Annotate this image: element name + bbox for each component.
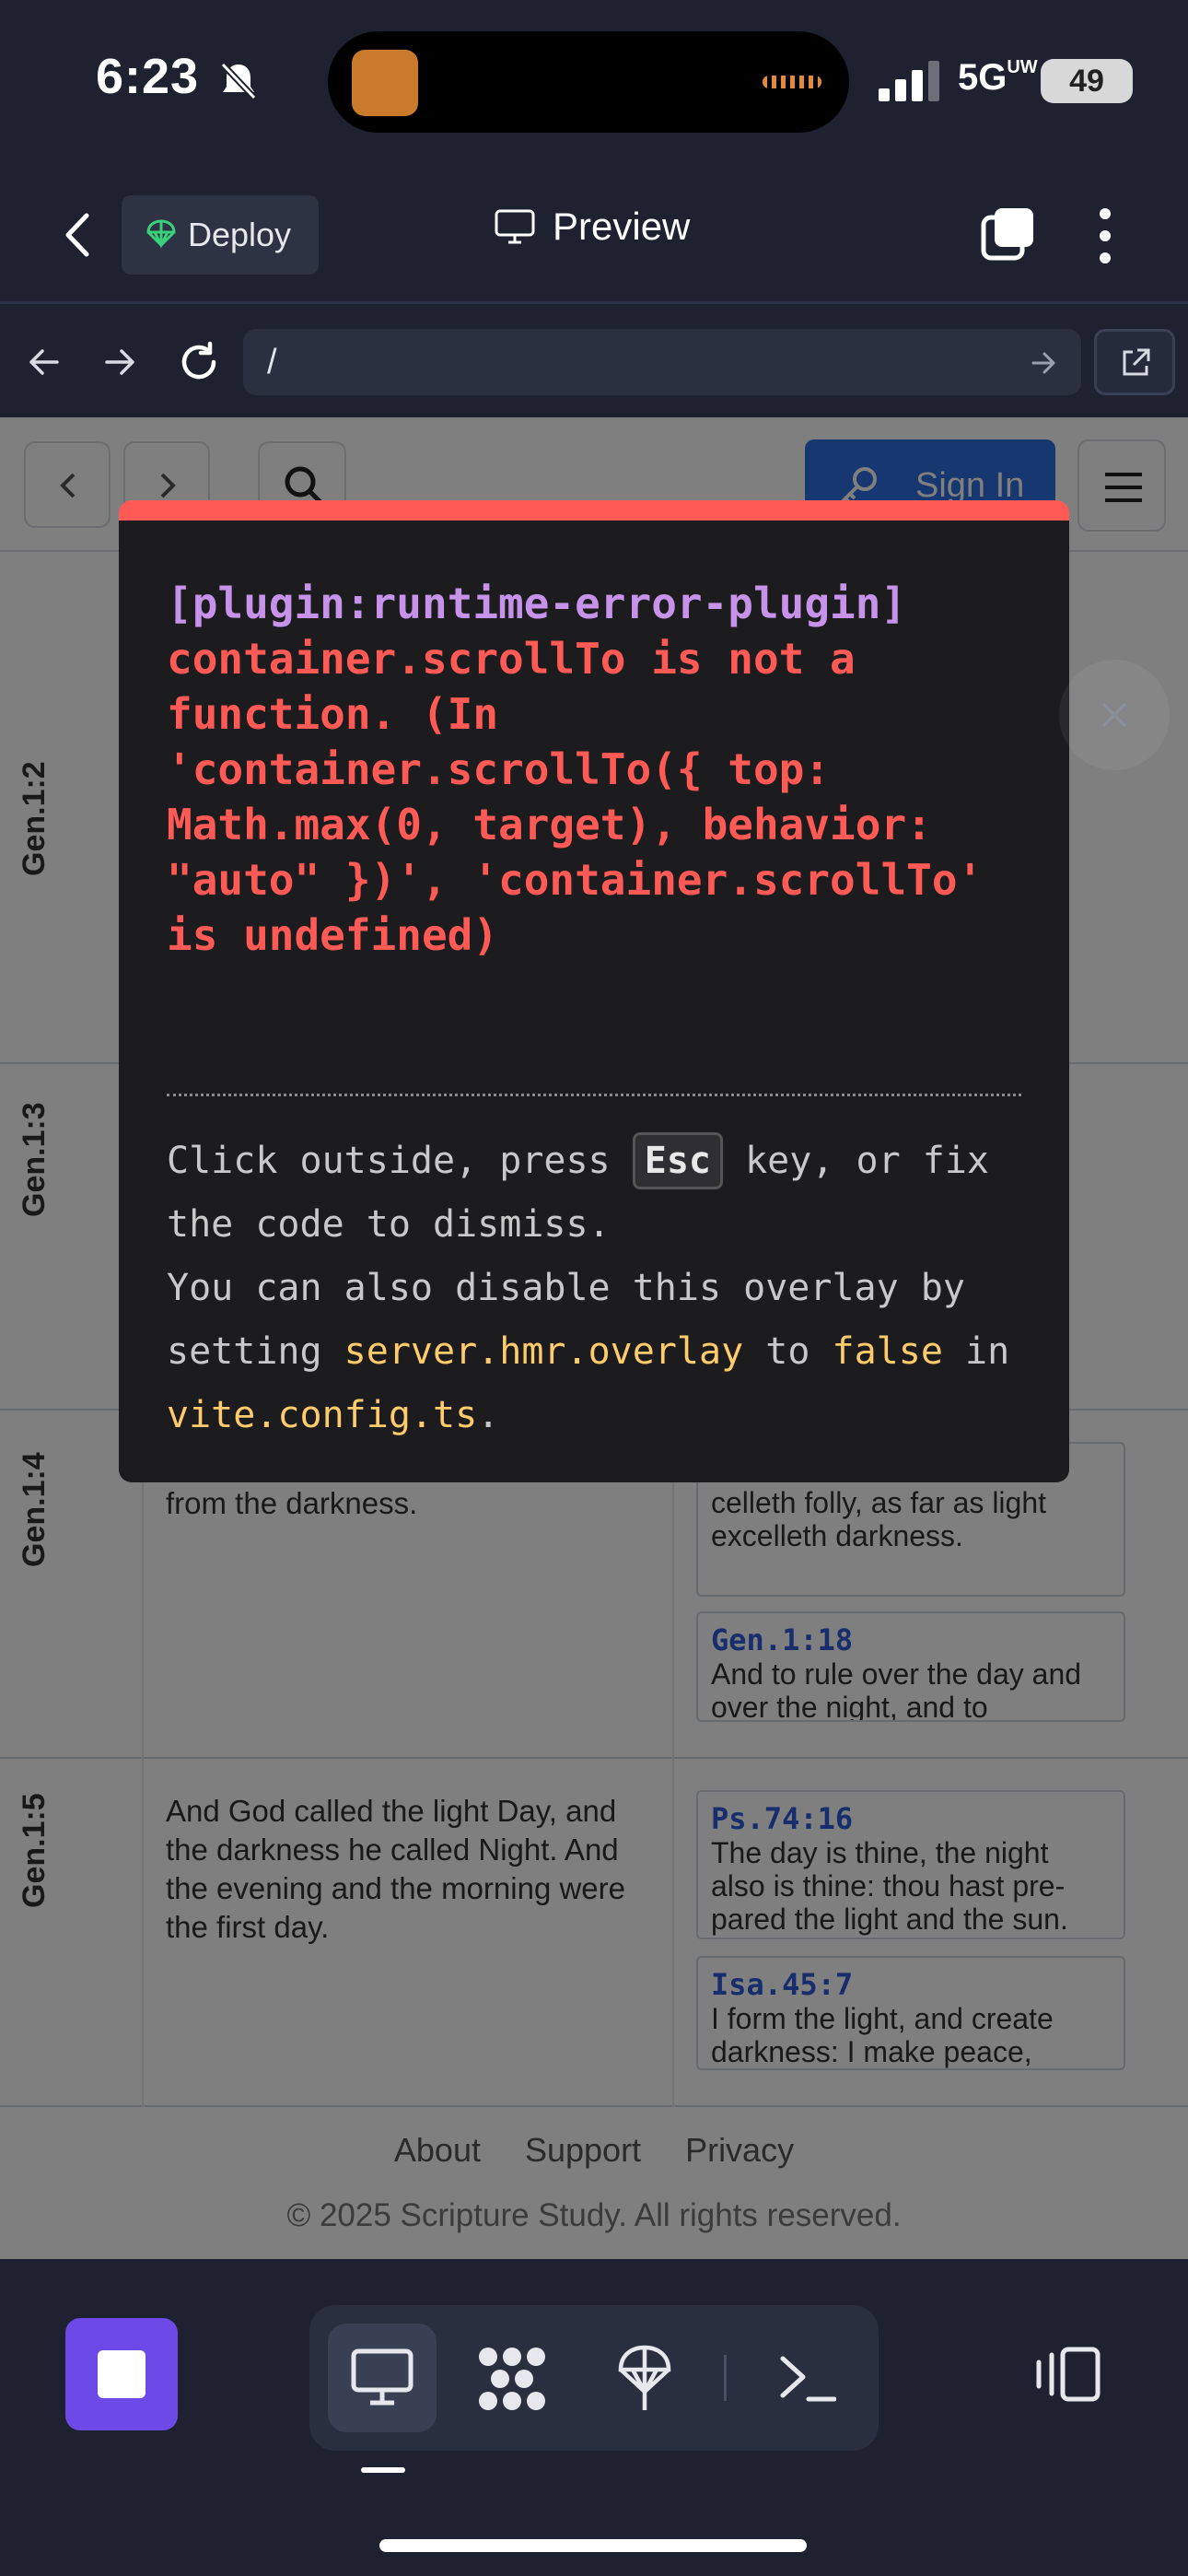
deploy-button[interactable]: Deploy: [122, 195, 319, 275]
external-link-icon: [1123, 348, 1150, 376]
active-tab-indicator: [361, 2467, 405, 2473]
config-value: false: [832, 1330, 943, 1373]
error-plugin-name: [plugin:runtime-error-plugin]: [167, 579, 907, 628]
nav-back-icon[interactable]: [26, 344, 63, 381]
error-message: [plugin:runtime-error-plugin] container.…: [167, 576, 1021, 963]
dynamic-island: [328, 31, 849, 133]
workspace-grid-icon[interactable]: [477, 2346, 547, 2412]
back-chevron-icon[interactable]: [59, 210, 96, 260]
network-badge: UW: [1007, 57, 1038, 77]
tip-text: in: [965, 1330, 1010, 1373]
close-icon: [1101, 702, 1127, 728]
device-layout-icon[interactable]: [1031, 2346, 1101, 2403]
app-live-activity-icon: [352, 50, 418, 116]
open-external-button[interactable]: [1094, 329, 1175, 395]
esc-key-badge: Esc: [632, 1132, 723, 1189]
divider: [167, 1094, 1021, 1096]
error-overlay: [plugin:runtime-error-plugin] container.…: [119, 500, 1069, 1482]
toast-close-button[interactable]: [1059, 660, 1170, 770]
tabs-icon[interactable]: [980, 205, 1037, 262]
home-indicator[interactable]: [379, 2539, 807, 2552]
stop-icon: [98, 2350, 146, 2398]
go-arrow-icon[interactable]: [1030, 349, 1057, 377]
tip-text: to: [765, 1330, 810, 1373]
signal-icon: [879, 61, 939, 101]
network-label: 5G: [958, 57, 1007, 98]
stop-button[interactable]: [65, 2318, 178, 2430]
parachute-icon: [146, 219, 176, 249]
audio-wave-icon: [763, 76, 821, 88]
monitor-icon: [495, 209, 535, 244]
terminal-icon[interactable]: [777, 2351, 836, 2405]
battery-indicator: 49: [1041, 59, 1133, 103]
tip-text: Click outside, press: [167, 1140, 611, 1182]
config-key: server.hmr.overlay: [344, 1330, 744, 1373]
divider: [724, 2355, 727, 2401]
config-file: vite.config.ts: [167, 1394, 478, 1436]
error-text: container.scrollTo is not a function. (I…: [167, 634, 1008, 960]
status-bar: 6:23 5GUW 49: [0, 0, 1188, 166]
preview-tab[interactable]: Preview: [494, 205, 690, 249]
error-tip: Click outside, press Esc key, or fix the…: [167, 1130, 1021, 1447]
silent-bell-icon: [220, 62, 257, 100]
url-input[interactable]: /: [243, 329, 1081, 395]
deploy-label: Deploy: [188, 216, 292, 253]
bottom-toolbar: [0, 2259, 1188, 2576]
status-time: 6:23: [96, 49, 200, 104]
more-vertical-icon[interactable]: [1094, 206, 1116, 265]
monitor-icon: [351, 2348, 413, 2406]
url-bar: /: [0, 307, 1188, 417]
deploy-parachute-icon[interactable]: [617, 2344, 672, 2414]
preview-label: Preview: [553, 205, 691, 248]
tip-text: .: [477, 1394, 500, 1436]
network-type: 5GUW: [958, 57, 1038, 99]
nav-forward-icon[interactable]: [101, 344, 138, 381]
preview-view-button[interactable]: [328, 2324, 437, 2432]
reload-icon[interactable]: [177, 340, 221, 384]
top-bar: Deploy Preview: [0, 166, 1188, 304]
view-switcher: [309, 2305, 879, 2451]
